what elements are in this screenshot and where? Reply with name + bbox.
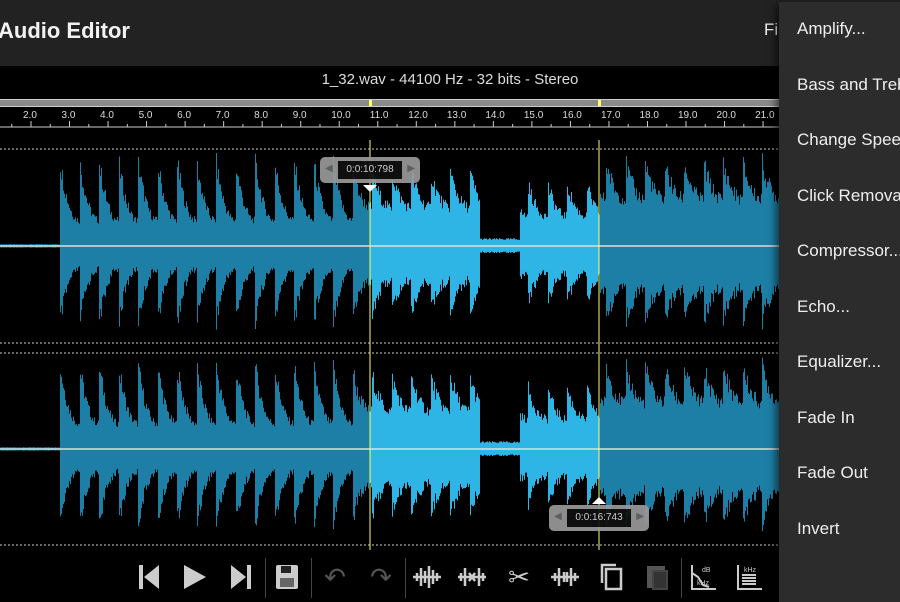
ruler-label: 14.0 (485, 110, 505, 121)
save-button[interactable] (270, 560, 304, 594)
left-arrow-icon[interactable]: ◀ (554, 511, 562, 522)
app-bar: Audio Editor Fi (0, 0, 900, 66)
ruler-label: 9.0 (292, 110, 307, 121)
selection-end-time: 0:0:16:743 (567, 509, 631, 527)
skip-end-icon (231, 565, 251, 589)
ruler-label: 16.0 (562, 110, 582, 121)
waveform-selection-channel-1 (370, 164, 599, 320)
svg-text:dB: dB (702, 567, 711, 574)
selection-start-marker[interactable]: ◀ 0:0:10:798 ▶ (320, 157, 420, 183)
spectrum-icon: dB kHz (691, 565, 716, 590)
menu-item[interactable]: Bass and Treble... (797, 75, 900, 95)
ruler-label: 11.0 (369, 110, 389, 121)
overview-start-marker (369, 100, 372, 106)
selection-end-marker[interactable]: ◀ 0:0:16:743 ▶ (549, 505, 649, 531)
ruler-label: 5.0 (138, 110, 153, 121)
ruler-label: 12.0 (408, 110, 428, 121)
skip-start-button[interactable] (132, 560, 166, 594)
ruler-label: 10.0 (331, 110, 351, 121)
ruler-label: 2.0 (23, 110, 37, 121)
right-arrow-icon[interactable]: ▶ (636, 511, 644, 522)
spectrogram-button[interactable]: kHz (732, 560, 766, 594)
ruler-label: 6.0 (177, 110, 192, 121)
cut-button[interactable]: ✂ (502, 560, 536, 594)
ruler-label: 4.0 (100, 110, 114, 121)
waveform-view[interactable] (0, 140, 779, 550)
ruler-label: 7.0 (215, 110, 230, 121)
waveform-trim-icon (413, 566, 441, 588)
redo-icon: ↷ (370, 561, 392, 592)
menu-item[interactable]: Invert (797, 519, 840, 539)
trim-button[interactable] (410, 560, 444, 594)
copy-icon (600, 563, 623, 591)
effects-menu: Amplify... Bass and Treble... Change Speed… (779, 2, 900, 602)
ruler-label: 21.0 (755, 110, 775, 121)
spectrum-button[interactable]: dB kHz (686, 560, 720, 594)
waveform-silence-icon (551, 568, 579, 586)
left-arrow-icon[interactable]: ◀ (325, 163, 333, 174)
ruler-label: 13.0 (446, 110, 467, 121)
play-icon (184, 565, 206, 589)
time-ruler[interactable]: 2.0 3.0 4.0 5.0 6.0 7.0 8.0 9.0 10.0 11.0 12.0 13.0… (0, 107, 779, 129)
ruler-label: 20.0 (716, 110, 736, 121)
copy-button[interactable] (594, 560, 628, 594)
redo-button[interactable]: ↷ (364, 560, 398, 594)
ruler-label: 18.0 (639, 110, 659, 121)
file-menu-button[interactable]: Fi (764, 20, 778, 40)
menu-item[interactable]: Amplify... (797, 19, 866, 39)
end-pointer-icon (592, 497, 606, 504)
paste-icon (647, 566, 668, 590)
menu-item[interactable]: Compressor... (797, 241, 900, 261)
menu-item[interactable]: Click Removal... (797, 186, 900, 206)
silence-button[interactable] (548, 560, 582, 594)
menu-item[interactable]: Change Speed... (797, 130, 900, 150)
waveform-selection-channel-2 (370, 372, 599, 519)
save-icon (276, 565, 298, 589)
overview-scrollbar[interactable] (0, 99, 779, 107)
right-arrow-icon[interactable]: ▶ (407, 163, 415, 174)
delete-selection-button[interactable] (455, 560, 489, 594)
ruler-label: 8.0 (254, 110, 269, 121)
menu-item[interactable]: Equalizer... (797, 352, 881, 372)
ruler-label: 19.0 (678, 110, 698, 121)
undo-button[interactable]: ↶ (318, 560, 352, 594)
selection-start-time: 0:0:10:798 (338, 161, 402, 179)
svg-text:kHz: kHz (697, 580, 710, 587)
svg-text:kHz: kHz (744, 567, 757, 574)
skip-start-icon (139, 565, 159, 589)
play-button[interactable] (178, 560, 212, 594)
scissors-icon: ✂ (508, 561, 530, 592)
waveform-delete-icon (458, 568, 486, 586)
menu-item[interactable]: Fade In (797, 408, 855, 428)
skip-end-button[interactable] (224, 560, 258, 594)
ruler-label: 15.0 (523, 110, 544, 121)
ruler-label: 3.0 (61, 110, 76, 121)
paste-button[interactable] (640, 560, 674, 594)
ruler-label: 17.0 (600, 110, 621, 121)
menu-item[interactable]: Fade Out (797, 463, 868, 483)
spectrogram-icon: kHz (737, 565, 762, 590)
menu-item[interactable]: Echo... (797, 297, 850, 317)
undo-icon: ↶ (324, 561, 346, 592)
bottom-toolbar: ↶ ↷ ✂ dB kHz kHz (0, 552, 779, 600)
app-title: Audio Editor (0, 18, 130, 43)
file-info: 1_32.wav - 44100 Hz - 32 bits - Stereo (321, 71, 579, 88)
overview-end-marker (598, 100, 601, 106)
